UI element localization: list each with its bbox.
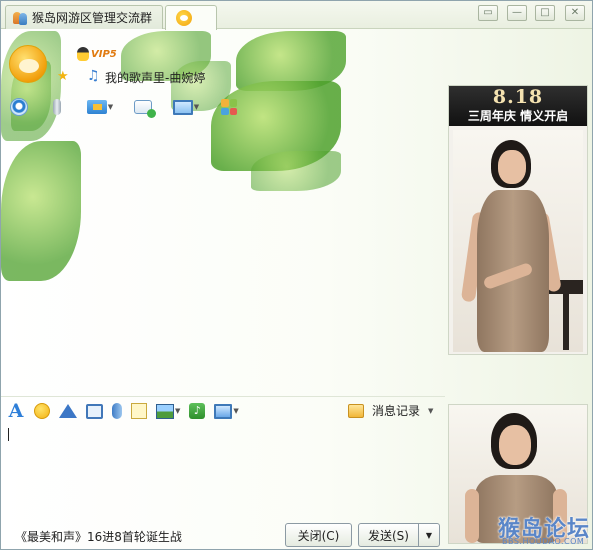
screenshot-icon: [86, 403, 103, 419]
chevron-down-icon: ▼: [193, 103, 200, 111]
ad-banner[interactable]: 8.18 三周年庆 情义开启: [448, 85, 588, 355]
note-button[interactable]: [131, 401, 147, 421]
signature[interactable]: 我的歌声里-曲婉婷: [81, 68, 206, 86]
tab-label: 猴岛网游区管理交流群: [32, 11, 153, 25]
watermark-url: BBS.HOUDAO.COM: [502, 537, 585, 546]
smiley-icon: [34, 403, 50, 419]
create-discussion-button[interactable]: [131, 96, 156, 118]
voice-call-button[interactable]: [45, 96, 69, 118]
group-icon: [12, 11, 28, 25]
message-history-icon: [348, 403, 364, 418]
music-icon: ♪: [189, 403, 206, 419]
microphone-icon: [53, 99, 61, 115]
screen-icon: [172, 99, 193, 115]
music-note-icon: [87, 68, 100, 85]
ad-header: 8.18 三周年庆 情义开启: [449, 86, 587, 126]
vip-badge[interactable]: VIP5: [75, 47, 117, 61]
screen-share-button[interactable]: ▼: [214, 401, 239, 421]
chat-toolbar: ▼ ▼: [7, 94, 255, 120]
star-icon: ★: [57, 69, 69, 84]
qq-penguin-icon: [77, 47, 89, 61]
avatar[interactable]: [9, 45, 47, 83]
chevron-down-icon: ▼: [428, 406, 434, 415]
microphone-icon: [112, 403, 122, 419]
image-icon: [156, 403, 174, 419]
shake-window-icon: [59, 404, 77, 418]
send-options-button[interactable]: ▼: [418, 523, 440, 547]
news-ticker[interactable]: 《最美和声》16进8首轮诞生战: [15, 528, 182, 545]
history-label: 消息记录: [372, 404, 421, 418]
close-button[interactable]: 关闭(C): [285, 523, 352, 547]
ad-photo: [453, 130, 583, 352]
ad-slogan: 三周年庆 情义开启: [467, 109, 569, 123]
format-toolbar: A ▼ ♪ ▼: [7, 399, 248, 423]
penguin-icon: [176, 10, 192, 26]
remote-desktop-button[interactable]: ▼: [169, 96, 203, 118]
ad-date: 8.18: [492, 86, 544, 108]
screenshot-button[interactable]: [86, 401, 103, 421]
chevron-down-icon: ▼: [175, 407, 181, 415]
send-image-button[interactable]: ▼: [156, 401, 180, 421]
vip-label: VIP5: [91, 48, 117, 60]
title-bar: 猴岛网游区管理交流群 ▭ — □ ✕: [1, 1, 592, 30]
minimize-button[interactable]: —: [507, 5, 527, 21]
tab-group-chat[interactable]: 猴岛网游区管理交流群: [5, 5, 163, 29]
note-icon: [131, 403, 147, 419]
close-window-button[interactable]: ✕: [565, 5, 585, 21]
file-transfer-icon: [86, 100, 107, 114]
voice-message-button[interactable]: [112, 401, 122, 421]
font-button[interactable]: A: [7, 400, 25, 422]
emoji-button[interactable]: [34, 401, 50, 421]
chevron-down-icon: ▼: [107, 103, 114, 111]
music-button[interactable]: ♪: [189, 401, 206, 421]
monitor-icon: [214, 403, 233, 419]
apps-button[interactable]: [217, 96, 241, 118]
shake-button[interactable]: [59, 401, 77, 421]
send-file-button[interactable]: ▼: [83, 96, 117, 118]
camera-icon: [10, 98, 28, 116]
skin-button[interactable]: ▭: [478, 5, 498, 21]
chevron-down-icon: ▼: [233, 407, 239, 415]
video-call-button[interactable]: [7, 96, 31, 118]
message-history-button[interactable]: 消息记录 ▼: [348, 402, 433, 419]
divider: [1, 396, 445, 397]
forum-watermark: 猴岛论坛 BBS.HOUDAO.COM: [498, 511, 592, 549]
signature-text: 我的歌声里-曲婉婷: [105, 71, 206, 85]
chat-window: 猴岛网游区管理交流群 ▭ — □ ✕ VIP5 ★ 我的歌声里-曲婉婷 ▼ ▼: [0, 0, 593, 550]
chat-add-icon: [134, 100, 156, 118]
maximize-button[interactable]: □: [535, 5, 555, 21]
send-button[interactable]: 发送(S): [358, 523, 419, 547]
apps-icon: [221, 99, 237, 115]
message-input[interactable]: [8, 428, 9, 441]
tab-penguin[interactable]: [165, 5, 217, 30]
